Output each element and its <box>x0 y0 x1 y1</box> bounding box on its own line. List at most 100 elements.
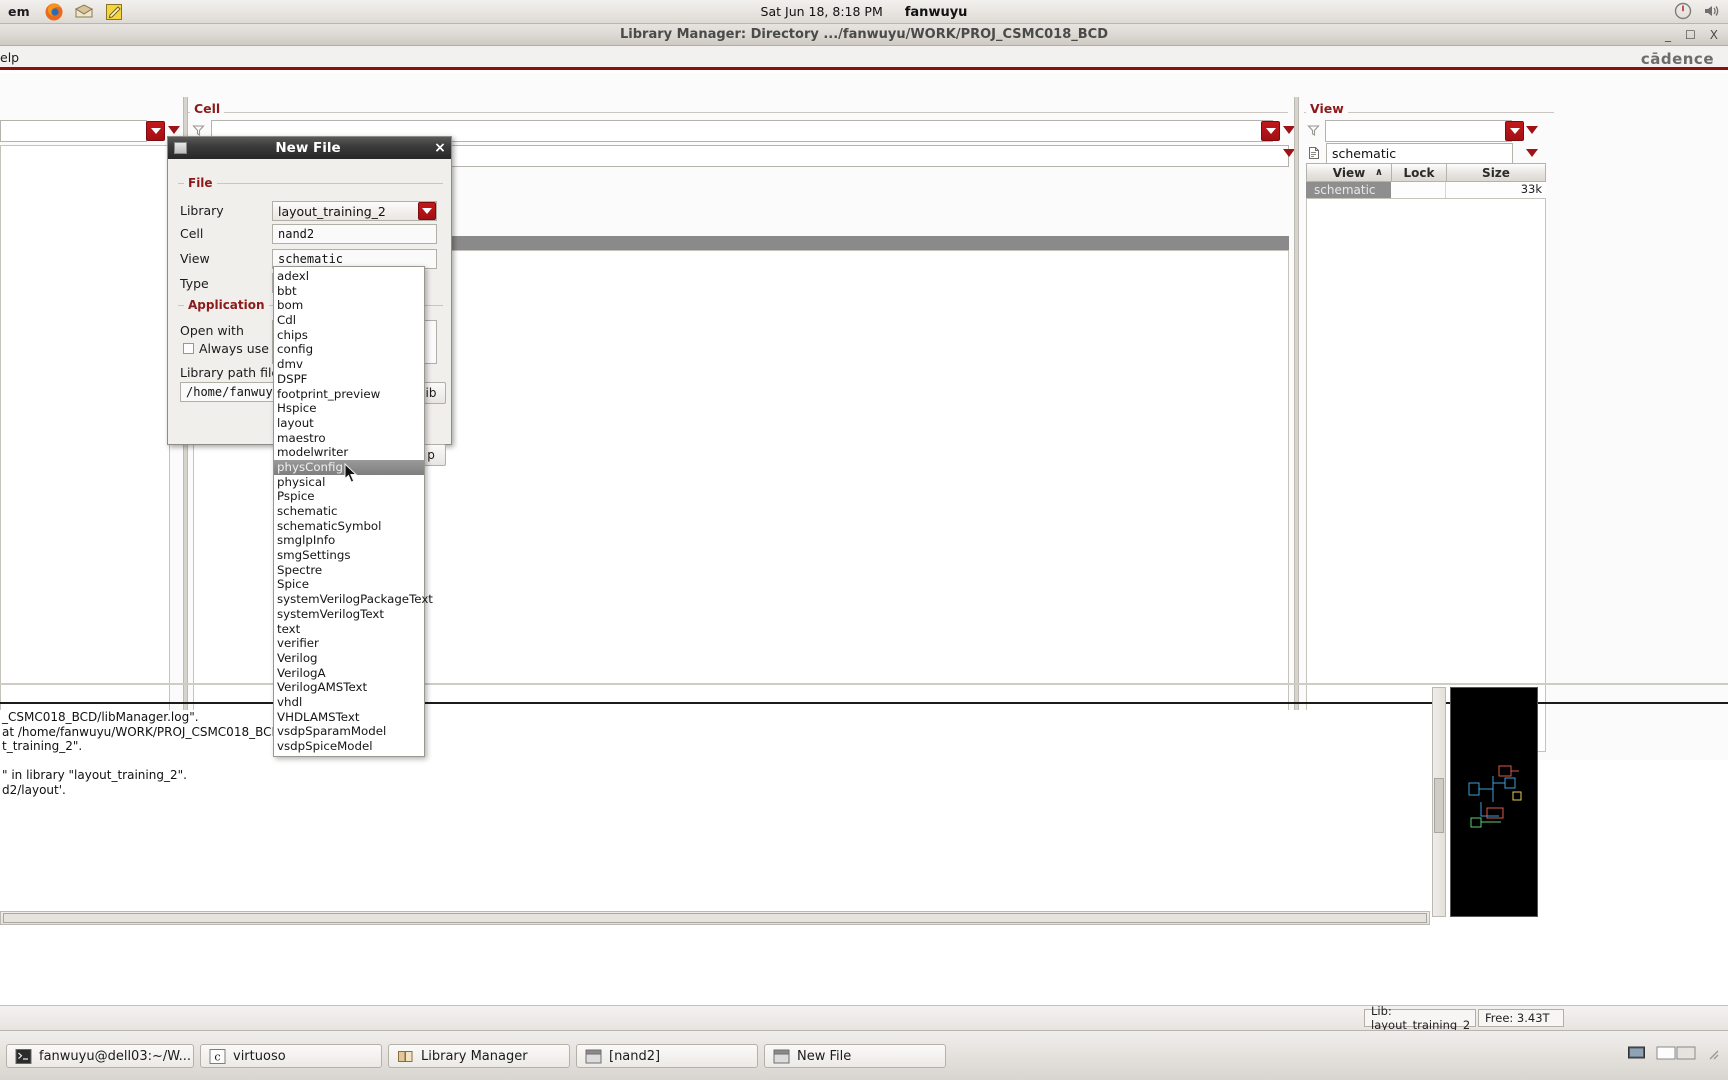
view-filter-combo-arrow[interactable] <box>1505 121 1524 141</box>
dropdown-item[interactable]: VHDLAMSText <box>274 710 424 725</box>
view-row-size-cell[interactable]: 33k <box>1446 182 1546 198</box>
library-combo-value: layout_training_2 <box>278 203 386 219</box>
dropdown-item[interactable]: Pspice <box>274 489 424 504</box>
log-output[interactable]: _CSMC018_BCD/libManager.log". at /home/f… <box>0 710 1460 910</box>
power-icon[interactable] <box>1674 2 1694 22</box>
dialog-title: New File <box>275 140 341 156</box>
dropdown-item[interactable]: bom <box>274 298 424 313</box>
desktop-taskbar: fanwuyu@dell03:~/W... c virtuoso Library… <box>0 1030 1728 1080</box>
taskbar-item-nand2[interactable]: [nand2] <box>576 1044 758 1068</box>
dropdown-item[interactable]: Spectre <box>274 563 424 578</box>
close-button[interactable]: X <box>1710 28 1718 42</box>
taskbar-label: Library Manager <box>421 1048 528 1064</box>
view-row-lock-cell[interactable] <box>1391 182 1446 198</box>
dropdown-item[interactable]: chips <box>274 328 424 343</box>
type-dropdown-list[interactable]: adexl bbt bom Cdl chips config dmv DSPF … <box>273 266 433 757</box>
email-icon[interactable] <box>74 2 94 22</box>
menu-help[interactable]: elp <box>0 50 19 65</box>
window-menu-icon[interactable] <box>174 142 187 154</box>
view-label: View <box>180 251 210 266</box>
application-group-legend: Application <box>184 298 269 312</box>
log-line: " in library "layout_training_2". <box>2 768 187 783</box>
view-filter-input[interactable] <box>1325 120 1512 142</box>
resize-grip-icon[interactable] <box>1706 1046 1720 1065</box>
cell-input[interactable]: nand2 <box>272 224 437 244</box>
taskbar-label: [nand2] <box>609 1048 661 1064</box>
dropdown-item[interactable]: systemVerilogText <box>274 607 424 622</box>
taskbar-item-library-manager[interactable]: Library Manager <box>388 1044 570 1068</box>
menubar-band <box>0 46 1728 70</box>
cadence-logo: cādence <box>1640 50 1714 68</box>
window-title: Library Manager: Directory .../fanwuyu/W… <box>619 27 1108 42</box>
dropdown-item[interactable]: maestro <box>274 431 424 446</box>
view-column-header-view[interactable]: View ∧ <box>1307 164 1392 181</box>
dropdown-item[interactable]: smgSettings <box>274 548 424 563</box>
view-column-header-lock[interactable]: Lock <box>1392 164 1447 181</box>
screen-root: em Sat Jun 18, 8:18 PM fanwuyu Library M… <box>0 0 1728 1080</box>
log-horizontal-scrollbar[interactable] <box>0 911 1430 925</box>
system-menu[interactable]: em <box>0 4 38 19</box>
size-header-label: Size <box>1482 165 1510 180</box>
view-column-header-size[interactable]: Size <box>1447 164 1545 181</box>
library-list-pane[interactable] <box>0 145 170 752</box>
dropdown-item[interactable]: config <box>274 342 424 357</box>
dropdown-item[interactable]: schematic <box>274 504 424 519</box>
library-filter-input[interactable] <box>0 120 147 142</box>
monitor-icon[interactable] <box>1627 1044 1646 1067</box>
taskbar-item-virtuoso[interactable]: c virtuoso <box>200 1044 382 1068</box>
firefox-icon[interactable] <box>44 2 64 22</box>
view-selected-value[interactable]: schematic <box>1326 143 1513 165</box>
dropdown-item[interactable]: DSPF <box>274 372 424 387</box>
dropdown-item[interactable]: Cdl <box>274 313 424 328</box>
dropdown-item[interactable]: modelwriter <box>274 445 424 460</box>
dropdown-item[interactable]: footprint_preview <box>274 387 424 402</box>
always-use-checkbox[interactable] <box>183 343 194 354</box>
dropdown-item[interactable]: Spice <box>274 577 424 592</box>
dropdown-item[interactable]: text <box>274 622 424 637</box>
dropdown-item[interactable]: Hspice <box>274 401 424 416</box>
library-filter-dropdown-arrow[interactable] <box>168 126 180 134</box>
close-icon[interactable]: × <box>429 140 451 156</box>
dropdown-item[interactable]: bbt <box>274 284 424 299</box>
view-table-header: View ∧ Lock Size <box>1306 163 1546 182</box>
log-vertical-scrollbar[interactable] <box>1432 687 1446 917</box>
window-controls: _ ☐ X <box>1665 24 1718 46</box>
dropdown-item[interactable]: vsdpSparamModel <box>274 724 424 739</box>
library-label: Library <box>180 203 224 218</box>
funnel-icon[interactable] <box>1307 122 1320 141</box>
taskbar-item-new-file[interactable]: New File <box>764 1044 946 1068</box>
dropdown-item[interactable]: Verilog <box>274 651 424 666</box>
dropdown-item[interactable]: adexl <box>274 269 424 284</box>
view-filter-dropdown-arrow[interactable] <box>1526 126 1538 134</box>
dropdown-item[interactable]: VerilogAMSText <box>274 680 424 695</box>
chevron-down-icon[interactable] <box>418 202 436 220</box>
window-icon <box>773 1048 790 1065</box>
volume-icon[interactable] <box>1702 2 1722 22</box>
dropdown-item[interactable]: VerilogA <box>274 666 424 681</box>
dropdown-item[interactable]: layout <box>274 416 424 431</box>
status-bar: Lib: layout_training_2 Free: 3.43T <box>0 1004 1728 1032</box>
dropdown-item[interactable]: smglpInfo <box>274 533 424 548</box>
maximize-button[interactable]: ☐ <box>1685 28 1696 42</box>
dropdown-item[interactable]: vsdpSpiceModel <box>274 739 424 754</box>
library-combo[interactable]: layout_training_2 <box>272 201 437 221</box>
taskbar-item-terminal[interactable]: fanwuyu@dell03:~/W... <box>6 1044 194 1068</box>
view-table-row-schematic[interactable]: schematic <box>1306 182 1391 198</box>
dropdown-item[interactable]: verifier <box>274 636 424 651</box>
notes-icon[interactable] <box>104 2 124 22</box>
pane-splitter-right[interactable] <box>1294 97 1299 752</box>
view-value-dropdown-arrow[interactable] <box>1526 149 1538 157</box>
view-list-pane[interactable] <box>1306 198 1546 752</box>
dropdown-item[interactable]: vhdl <box>274 695 424 710</box>
view-value-row: schematic <box>1307 143 1513 165</box>
virtuoso-icon: c <box>209 1048 226 1065</box>
svg-text:c: c <box>214 1050 220 1063</box>
cell-filter-combo-arrow[interactable] <box>1261 121 1280 141</box>
library-filter-combo-arrow[interactable] <box>146 121 165 141</box>
dropdown-item[interactable]: dmv <box>274 357 424 372</box>
dropdown-item[interactable]: schematicSymbol <box>274 519 424 534</box>
workspace-switcher-icon[interactable] <box>1656 1044 1696 1067</box>
minimize-button[interactable]: _ <box>1665 28 1671 42</box>
dropdown-item[interactable]: systemVerilogPackageText <box>274 592 433 607</box>
panel-clock-area[interactable]: Sat Jun 18, 8:18 PM fanwuyu <box>761 4 968 20</box>
